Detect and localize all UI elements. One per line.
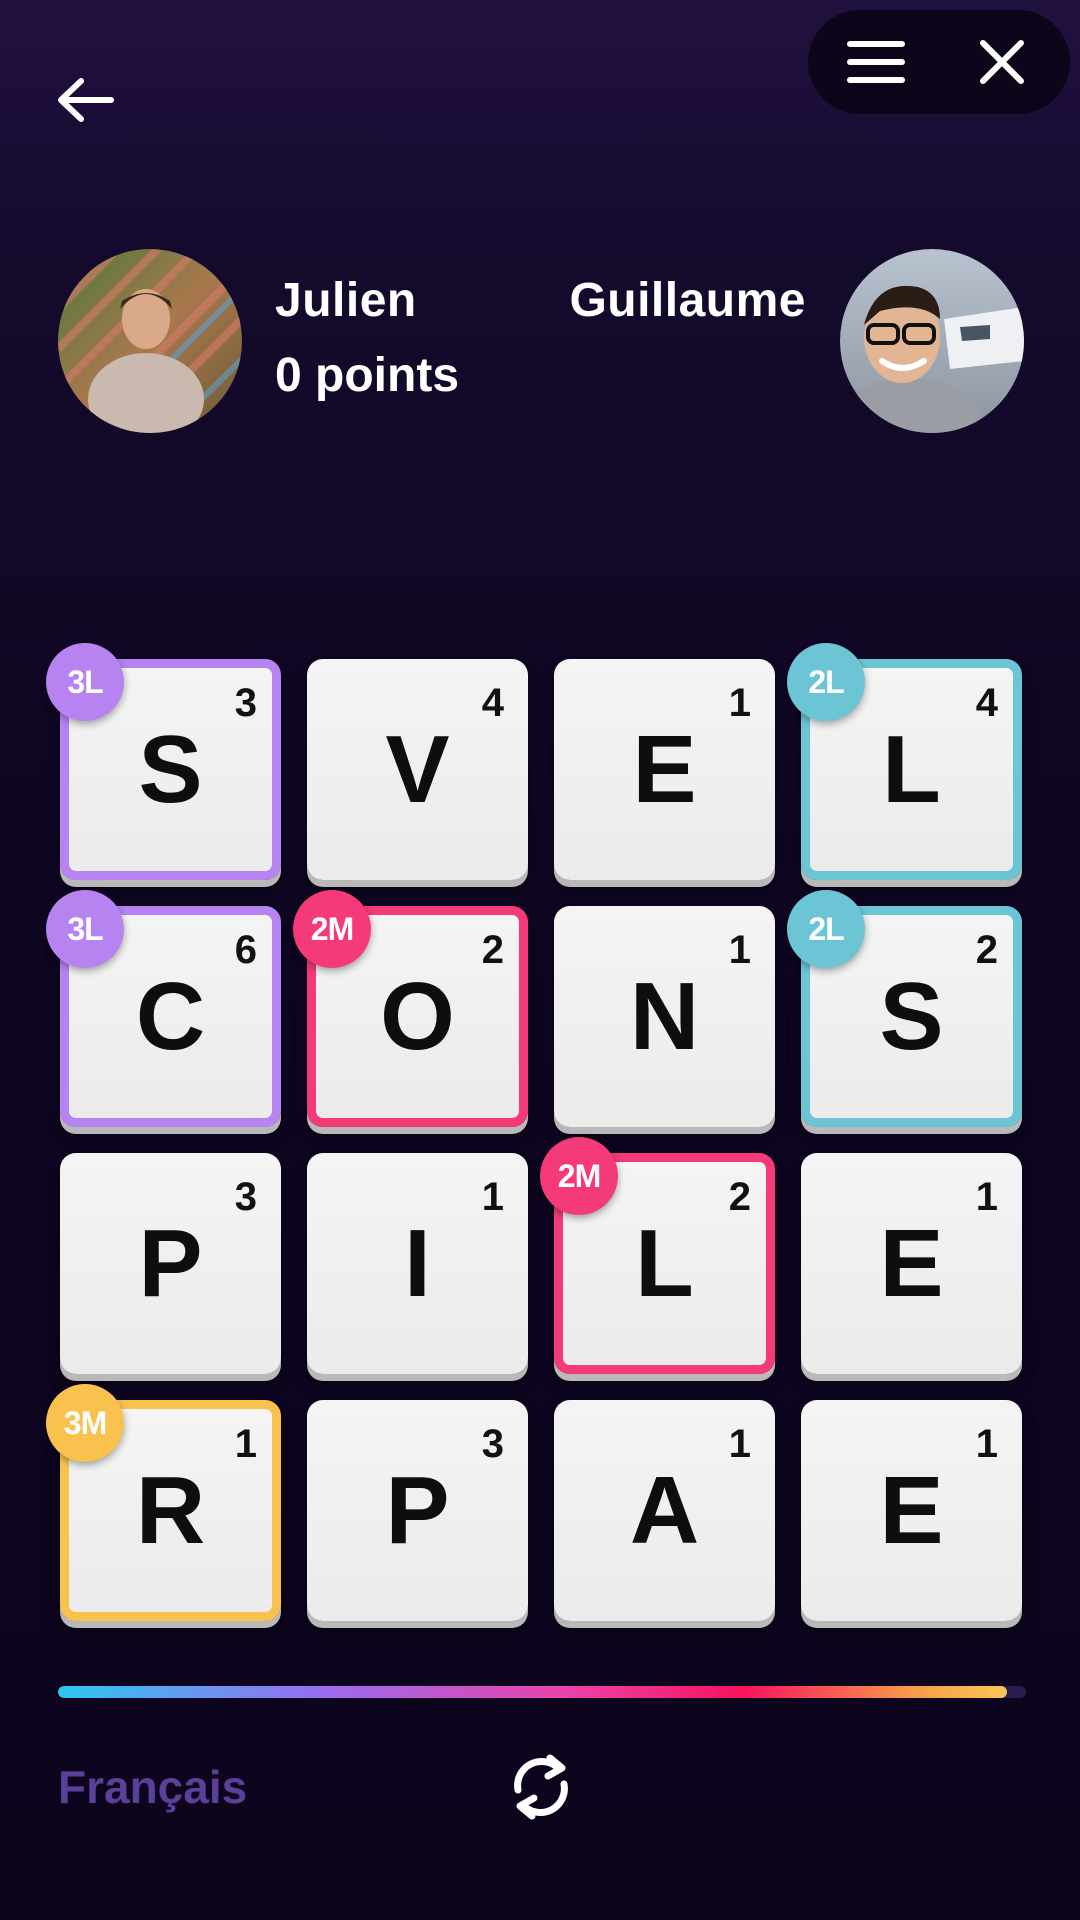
tile-letter: I <box>404 1209 431 1317</box>
board-tile[interactable]: N 1 <box>554 906 775 1127</box>
tile-value: 1 <box>481 1175 504 1219</box>
tile-letter: E <box>632 715 697 823</box>
tile-value: 1 <box>975 1422 998 1466</box>
tile-letter: S <box>138 715 203 823</box>
tile-value: 4 <box>975 681 998 725</box>
tile-letter: P <box>385 1456 450 1564</box>
player2-name: Guillaume <box>569 274 806 327</box>
tile-letter: C <box>135 962 206 1070</box>
tile-value: 2 <box>975 928 998 972</box>
player1-avatar <box>58 249 242 433</box>
letter-board: S 3 V 4 E 1 L 4 C 6 O 2 N 1 S 2 P 3 I 1 … <box>46 643 1022 1621</box>
tile-letter: S <box>879 962 944 1070</box>
tile-letter: L <box>882 715 941 823</box>
timer-fill <box>58 1686 1007 1698</box>
bonus-badge-2m: 2M <box>293 890 371 968</box>
tile-value: 3 <box>481 1422 504 1466</box>
tile-value: 6 <box>234 928 257 972</box>
player2-avatar <box>840 249 1024 433</box>
back-button[interactable] <box>50 70 120 130</box>
tile-value: 1 <box>975 1175 998 1219</box>
bonus-badge-2l: 2L <box>787 643 865 721</box>
tile-value: 1 <box>234 1422 257 1466</box>
player1-name: Julien <box>275 274 417 327</box>
board-tile[interactable]: E 1 <box>801 1400 1022 1621</box>
tile-letter: E <box>879 1456 944 1564</box>
tile-letter: V <box>385 715 450 823</box>
tile-letter: P <box>138 1209 203 1317</box>
tile-value: 1 <box>728 1422 751 1466</box>
board-tile[interactable]: P 3 <box>60 1153 281 1374</box>
tile-letter: O <box>380 962 455 1070</box>
bonus-badge-3l: 3L <box>46 643 124 721</box>
menu-button[interactable] <box>838 30 914 94</box>
language-label[interactable]: Français <box>58 1760 247 1814</box>
bonus-badge-3l: 3L <box>46 890 124 968</box>
shuffle-button[interactable] <box>502 1748 580 1826</box>
tile-letter: A <box>629 1456 700 1564</box>
arrow-left-icon <box>58 78 114 122</box>
tile-letter: L <box>635 1209 694 1317</box>
hamburger-menu-icon <box>847 41 905 83</box>
bonus-badge-2l: 2L <box>787 890 865 968</box>
tile-value: 3 <box>234 681 257 725</box>
tile-value: 1 <box>728 681 751 725</box>
tile-value: 4 <box>481 681 504 725</box>
tile-letter: N <box>629 962 700 1070</box>
timer-bar <box>58 1686 1026 1698</box>
close-button[interactable] <box>966 30 1038 94</box>
board-tile[interactable]: V 4 <box>307 659 528 880</box>
shuffle-icon <box>514 1754 568 1820</box>
player1-score: 0 points <box>275 349 460 402</box>
board-tile[interactable]: P 3 <box>307 1400 528 1621</box>
close-icon <box>980 40 1024 84</box>
bonus-badge-3m: 3M <box>46 1384 124 1462</box>
bonus-badge-2m: 2M <box>540 1137 618 1215</box>
tile-value: 1 <box>728 928 751 972</box>
board-tile[interactable]: E 1 <box>554 659 775 880</box>
board-tile[interactable]: A 1 <box>554 1400 775 1621</box>
board-tile[interactable]: E 1 <box>801 1153 1022 1374</box>
tile-value: 2 <box>728 1175 751 1219</box>
board-tile[interactable]: I 1 <box>307 1153 528 1374</box>
tile-value: 2 <box>481 928 504 972</box>
tile-letter: R <box>135 1456 206 1564</box>
tile-letter: E <box>879 1209 944 1317</box>
tile-value: 3 <box>234 1175 257 1219</box>
